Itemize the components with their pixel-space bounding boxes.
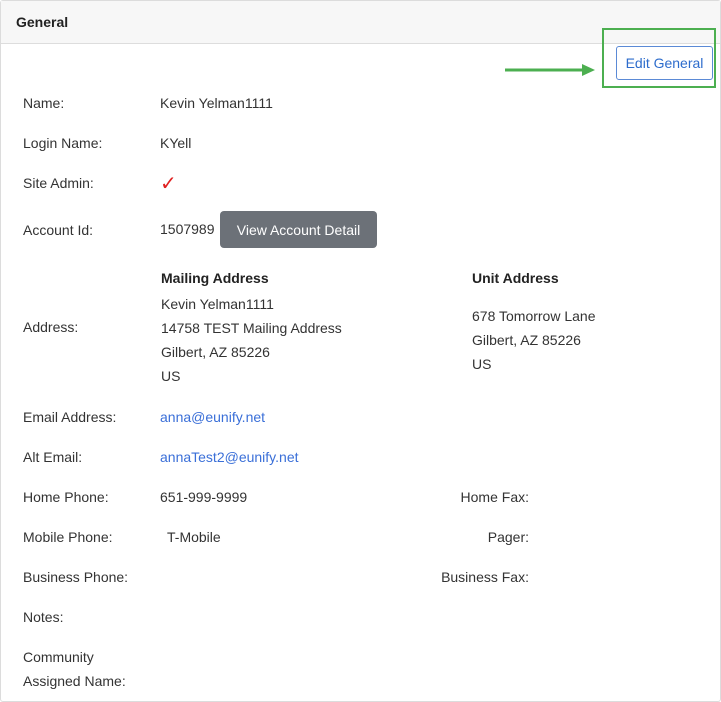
email-label: Email Address: — [23, 409, 117, 425]
mailing-address-title: Mailing Address — [161, 270, 269, 286]
mailing-address-line: Gilbert, AZ 85226 — [161, 344, 270, 360]
name-value: Kevin Yelman1111 — [160, 95, 273, 111]
site-admin-label: Site Admin: — [23, 175, 94, 191]
edit-general-button[interactable]: Edit General — [616, 46, 713, 80]
account-id-value: 1507989 — [160, 221, 215, 237]
mailing-address-line: US — [161, 368, 181, 384]
mobile-phone-label: Mobile Phone: — [23, 529, 113, 545]
business-fax-label: Business Fax: — [441, 569, 529, 585]
unit-address-line: 678 Tomorrow Lane — [472, 308, 596, 324]
assigned-name-label: Assigned Name: — [23, 673, 126, 689]
checkmark-icon: ✓ — [160, 173, 177, 195]
community-label: Community — [23, 649, 94, 665]
home-phone-value: 651-999-9999 — [160, 489, 248, 505]
name-label: Name: — [23, 95, 65, 111]
alt-email-label: Alt Email: — [23, 449, 83, 465]
home-fax-label: Home Fax: — [460, 489, 529, 505]
login-name-label: Login Name: — [23, 135, 103, 151]
account-id-label: Account Id: — [23, 222, 94, 238]
business-phone-label: Business Phone: — [23, 569, 129, 585]
panel-title: General — [16, 14, 69, 30]
mailing-address-line: 14758 TEST Mailing Address — [161, 320, 342, 336]
general-panel: General — [0, 0, 721, 702]
unit-address-title: Unit Address — [472, 270, 559, 286]
mailing-address-line: Kevin Yelman1111 — [161, 296, 274, 312]
view-account-detail-button[interactable]: View Account Detail — [220, 211, 377, 248]
arrow-right-icon — [505, 64, 595, 76]
home-phone-label: Home Phone: — [23, 489, 109, 505]
login-name-value: KYell — [160, 135, 192, 151]
mobile-phone-value: T-Mobile — [167, 529, 221, 545]
notes-label: Notes: — [23, 609, 64, 625]
email-link[interactable]: anna@eunify.net — [160, 409, 265, 425]
address-label: Address: — [23, 319, 79, 335]
unit-address-line: Gilbert, AZ 85226 — [472, 332, 581, 348]
unit-address-line: US — [472, 356, 492, 372]
pager-label: Pager: — [487, 529, 529, 545]
alt-email-link[interactable]: annaTest2@eunify.net — [160, 449, 299, 465]
